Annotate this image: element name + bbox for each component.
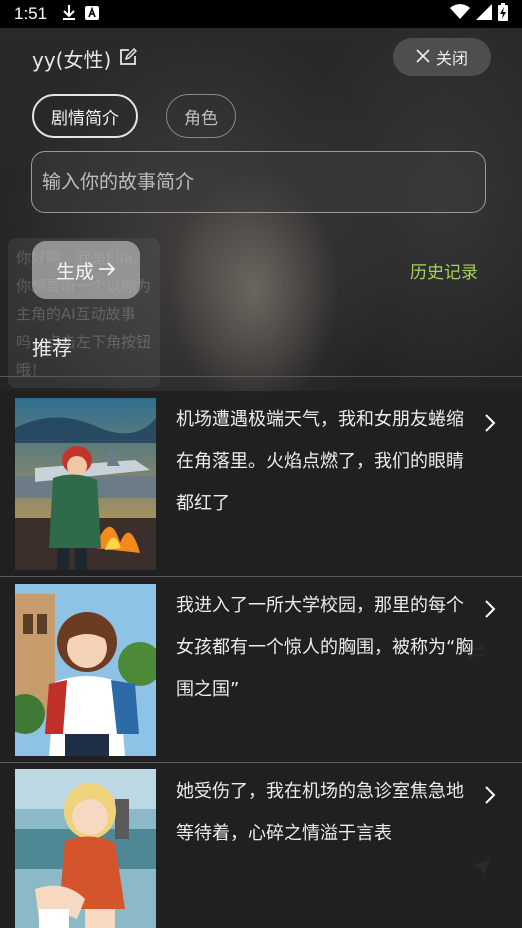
close-label: 关闭 xyxy=(435,49,468,68)
story-card[interactable]: 我进入了一所大学校园，那里的每个女孩都有一个惊人的胸围，被称为“胸围之国” xyxy=(0,577,522,762)
chevron-right-icon xyxy=(484,413,496,437)
story-card[interactable]: 机场遭遇极端天气，我和女朋友蜷缩在角落里。火焰点燃了，我们的眼睛都红了 xyxy=(0,391,522,576)
story-thumbnail xyxy=(15,769,156,928)
close-button[interactable]: 关闭 xyxy=(393,38,491,76)
tab-label: 角色 xyxy=(184,108,218,129)
story-text: 机场遭遇极端天气，我和女朋友蜷缩在角落里。火焰点燃了，我们的眼睛都红了 xyxy=(176,409,464,514)
generate-button[interactable]: 生成 xyxy=(32,241,140,299)
arrow-right-icon xyxy=(98,259,116,281)
generate-label: 生成 xyxy=(55,260,94,283)
history-link[interactable]: 历史记录 xyxy=(410,258,478,283)
story-thumbnail xyxy=(15,398,156,570)
tab-story-summary[interactable]: 剧情简介 xyxy=(32,94,138,138)
edit-icon[interactable] xyxy=(119,47,138,71)
a-badge-icon xyxy=(85,5,100,24)
character-title: yy(女性) xyxy=(32,44,138,73)
story-thumbnail xyxy=(15,584,156,756)
wifi-icon xyxy=(450,4,470,24)
download-icon xyxy=(61,3,77,25)
chevron-right-icon xyxy=(484,599,496,623)
close-icon xyxy=(416,48,430,67)
section-title-recommend: 推荐 xyxy=(32,336,72,360)
chevron-right-icon xyxy=(484,785,496,809)
tab-label: 剧情简介 xyxy=(51,108,119,129)
battery-charging-icon xyxy=(498,3,508,25)
story-summary-input[interactable] xyxy=(31,151,486,213)
signal-icon xyxy=(476,4,492,24)
story-text: 她受伤了，我在机场的急诊室焦急地等待着，心碎之情溢于言表 xyxy=(176,781,464,844)
tab-character[interactable]: 角色 xyxy=(166,94,236,138)
divider xyxy=(0,376,522,377)
story-text: 我进入了一所大学校园，那里的每个女孩都有一个惊人的胸围，被称为“胸围之国” xyxy=(176,595,474,700)
status-bar: 1:51 xyxy=(0,0,522,28)
story-card[interactable]: 她受伤了，我在机场的急诊室焦急地等待着，心碎之情溢于言表 xyxy=(0,763,522,928)
status-time: 1:51 xyxy=(14,4,48,23)
character-name: yy(女性) xyxy=(32,48,112,72)
